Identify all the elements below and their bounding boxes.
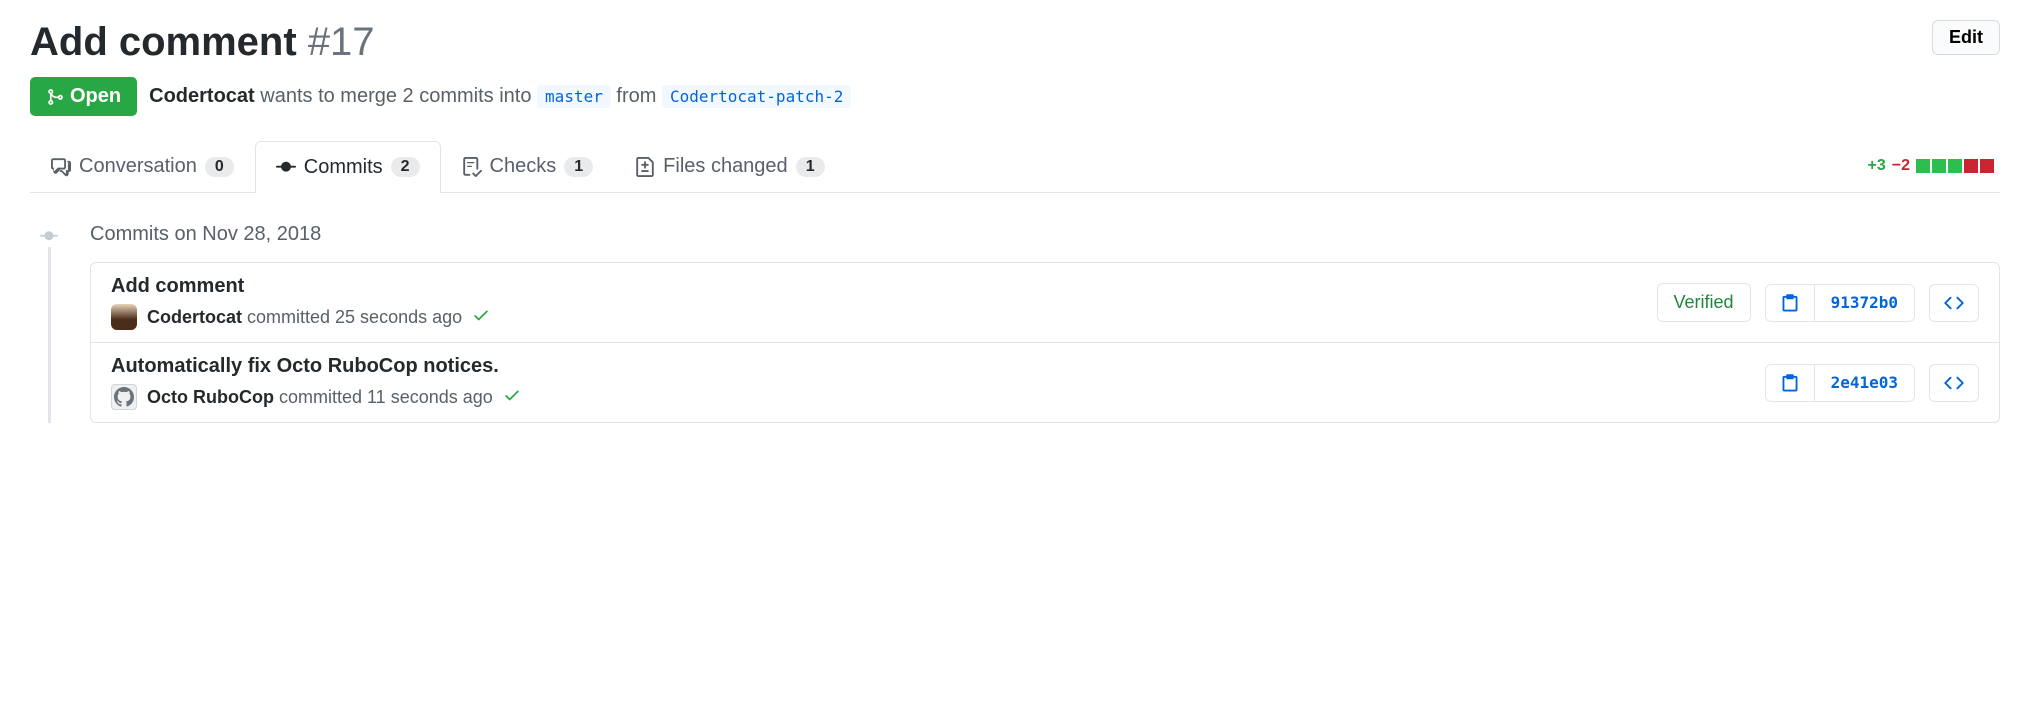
checklist-icon [462, 157, 482, 177]
commit-author[interactable]: Octo RuboCop committed 11 seconds ago [147, 387, 493, 408]
diff-blocks [1916, 159, 1994, 173]
tab-commits-count: 2 [391, 157, 420, 177]
diff-block-del [1964, 159, 1978, 173]
base-branch[interactable]: master [537, 85, 611, 108]
commit-sha-link[interactable]: 2e41e03 [1814, 365, 1914, 401]
commit-list: Add comment Codertocat committed 25 secon… [90, 262, 2000, 423]
tab-conversation-label: Conversation [79, 155, 197, 178]
diff-block-add [1916, 159, 1930, 173]
tab-commits-label: Commits [304, 156, 383, 179]
commit-group-prefix: Commits on [90, 223, 197, 245]
copy-sha-button[interactable] [1766, 365, 1814, 401]
commit-left: Add comment Codertocat committed 25 secon… [111, 275, 1657, 330]
commit-left: Automatically fix Octo RuboCop notices. O… [111, 355, 1765, 410]
diff-block-add [1948, 159, 1962, 173]
commit-sha-link[interactable]: 91372b0 [1814, 285, 1914, 321]
sha-button-group: 2e41e03 [1765, 364, 1915, 402]
diff-block-del [1980, 159, 1994, 173]
commit-right: Verified 91372b0 [1657, 283, 1979, 322]
from-text: from [616, 85, 656, 107]
commit-right: 2e41e03 [1765, 364, 1979, 402]
browse-repo-button[interactable] [1929, 364, 1979, 402]
copy-sha-button[interactable] [1766, 285, 1814, 321]
commit-row: Add comment Codertocat committed 25 secon… [91, 263, 1999, 343]
sha-button-group: 91372b0 [1765, 284, 1915, 322]
pr-meta-text: Codertocat wants to merge 2 commits into… [149, 85, 851, 108]
state-label: Open [70, 85, 121, 108]
commit-byline: Codertocat committed 25 seconds ago [111, 304, 1657, 330]
tab-files[interactable]: Files changed 1 [614, 140, 845, 192]
verified-badge[interactable]: Verified [1657, 283, 1751, 322]
check-icon[interactable] [503, 386, 521, 409]
commit-message[interactable]: Add comment [111, 275, 1657, 298]
pr-header: Add comment #17 Edit [30, 20, 2000, 65]
commit-group-date: Nov 28, 2018 [202, 223, 321, 245]
commit-byline: Octo RuboCop committed 11 seconds ago [111, 384, 1765, 410]
state-badge: Open [30, 77, 137, 116]
tab-files-label: Files changed [663, 155, 788, 178]
pr-title-text: Add comment [30, 20, 297, 64]
tab-checks[interactable]: Checks 1 [441, 140, 615, 192]
check-icon[interactable] [472, 306, 490, 329]
commit-timeline: Commits on Nov 28, 2018 Add comment Coder… [30, 223, 2000, 423]
file-diff-icon [635, 157, 655, 177]
git-pull-request-icon [46, 88, 64, 106]
avatar[interactable] [111, 304, 137, 330]
pr-title: Add comment #17 [30, 20, 375, 65]
avatar[interactable] [111, 384, 137, 410]
pr-tabs: Conversation 0 Commits 2 Checks 1 Files … [30, 140, 2000, 193]
head-branch[interactable]: Codertocat-patch-2 [662, 85, 851, 108]
pr-number: #17 [308, 20, 375, 64]
pr-meta-row: Open Codertocat wants to merge 2 commits… [30, 77, 2000, 116]
tab-files-count: 1 [796, 157, 825, 177]
tab-conversation-count: 0 [205, 157, 234, 177]
tab-checks-count: 1 [564, 157, 593, 177]
edit-button[interactable]: Edit [1932, 20, 2000, 55]
diffstat: +3 −2 [1868, 157, 2001, 175]
browse-repo-button[interactable] [1929, 284, 1979, 322]
commit-author[interactable]: Codertocat committed 25 seconds ago [147, 307, 462, 328]
merge-text: wants to merge 2 commits into [260, 85, 531, 107]
commit-message[interactable]: Automatically fix Octo RuboCop notices. [111, 355, 1765, 378]
git-commit-icon [40, 227, 58, 245]
deletions-count: −2 [1892, 157, 1910, 175]
diff-block-add [1932, 159, 1946, 173]
pr-author[interactable]: Codertocat [149, 85, 255, 107]
commit-group-title: Commits on Nov 28, 2018 [90, 223, 2000, 246]
commit-row: Automatically fix Octo RuboCop notices. O… [91, 343, 1999, 422]
timeline-line [48, 247, 51, 423]
comment-discussion-icon [51, 157, 71, 177]
tab-commits[interactable]: Commits 2 [255, 141, 441, 193]
tab-checks-label: Checks [490, 155, 557, 178]
tab-conversation[interactable]: Conversation 0 [30, 140, 255, 192]
git-commit-icon [276, 157, 296, 177]
additions-count: +3 [1868, 157, 1886, 175]
